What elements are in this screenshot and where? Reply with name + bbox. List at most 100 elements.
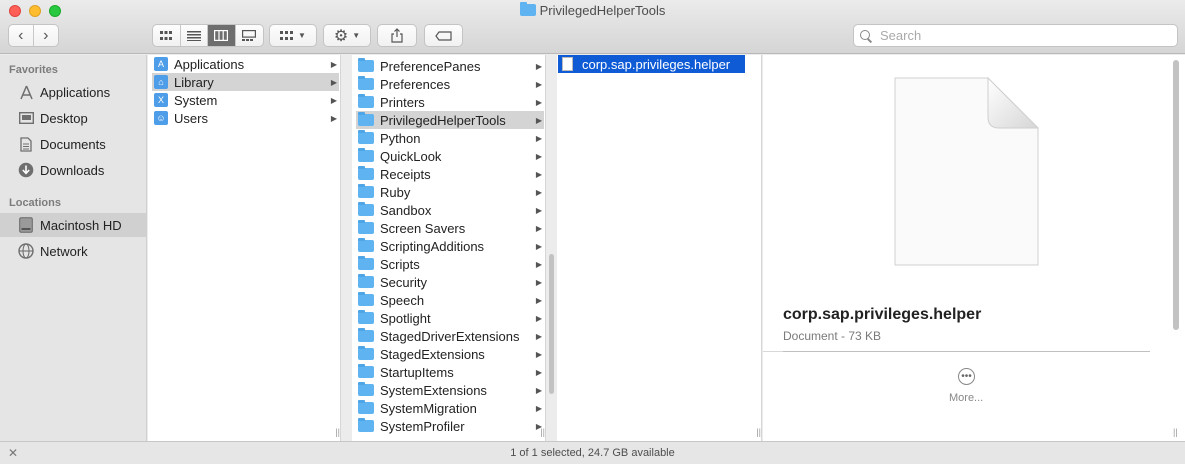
gallery-view-icon (242, 30, 257, 41)
scrollbar-thumb[interactable] (549, 254, 554, 394)
list-item-label: Security (380, 274, 427, 290)
divider (783, 351, 1150, 352)
list-item[interactable]: ☺ Users ▶ (152, 109, 339, 127)
sidebar-item-label: Documents (40, 136, 106, 152)
folder-icon (358, 418, 374, 432)
navigation-buttons: ‹ › (8, 24, 59, 47)
list-item-label: SystemExtensions (380, 382, 487, 398)
downloads-icon (18, 162, 34, 178)
favorites-heading: Favorites (9, 64, 58, 76)
column-resize-handle[interactable]: || (540, 427, 545, 437)
column-resize-handle[interactable]: || (1173, 427, 1178, 437)
scrollbar[interactable] (1173, 60, 1179, 330)
back-button[interactable]: ‹ (9, 25, 34, 46)
hard-drive-icon (18, 217, 34, 233)
list-item[interactable]: SystemProfiler ▶ (356, 417, 544, 435)
list-item-label: Sandbox (380, 202, 432, 218)
group-icon (280, 30, 294, 40)
sidebar-item-label: Applications (40, 84, 111, 100)
list-item[interactable]: Python ▶ (356, 129, 544, 147)
share-button[interactable] (377, 24, 417, 47)
column-resize-handle[interactable]: || (756, 427, 761, 437)
preview-file-kind: Document - 73 KB (783, 329, 882, 343)
list-view-button[interactable] (181, 25, 208, 46)
toolbar: PrivilegedHelperTools ‹ › ▼ ⚙ ▼ (0, 0, 1185, 54)
icon-view-icon (160, 30, 173, 40)
folder-icon (358, 274, 374, 288)
gallery-view-button[interactable] (236, 25, 263, 46)
list-item[interactable]: ⌂ Library ▶ (152, 73, 339, 91)
list-item-label: SystemMigration (380, 400, 477, 416)
status-bar: ✕ 1 of 1 selected, 24.7 GB available (0, 441, 1185, 464)
list-item[interactable]: QuickLook ▶ (356, 147, 544, 165)
sidebar: Favorites Applications Desktop Documents… (0, 55, 147, 441)
list-item[interactable]: Receipts ▶ (356, 165, 544, 183)
list-item-label: StagedDriverExtensions (380, 328, 520, 344)
list-item[interactable]: ScriptingAdditions ▶ (356, 237, 544, 255)
ellipsis-icon: ••• (961, 370, 972, 382)
sidebar-item-applications[interactable]: Applications (0, 80, 147, 104)
tag-button[interactable] (424, 24, 463, 47)
more-label[interactable]: More... (949, 392, 983, 404)
chevron-left-icon: ‹ (18, 26, 24, 44)
folder-icon (358, 400, 374, 414)
column-resize-handle[interactable]: || (335, 427, 340, 437)
disclosure-arrow-icon: ▶ (535, 133, 542, 143)
list-item[interactable]: Speech ▶ (356, 291, 544, 309)
more-button[interactable]: ••• (958, 368, 975, 385)
list-item[interactable]: Scripts ▶ (356, 255, 544, 273)
library-folder-icon: ⌂ (154, 75, 168, 89)
list-item[interactable]: PreferencePanes ▶ (356, 57, 544, 75)
disclosure-arrow-icon: ▶ (535, 349, 542, 359)
list-item[interactable]: SystemMigration ▶ (356, 399, 544, 417)
column-view-button[interactable] (208, 25, 236, 46)
sidebar-item-macintosh-hd[interactable]: Macintosh HD (0, 213, 147, 237)
sidebar-item-network[interactable]: Network (0, 239, 147, 263)
folder-icon (358, 148, 374, 162)
tag-icon (434, 30, 452, 41)
disclosure-arrow-icon: ▶ (330, 95, 337, 105)
list-item[interactable]: Spotlight ▶ (356, 309, 544, 327)
close-icon[interactable]: ✕ (8, 446, 18, 460)
list-item[interactable]: StagedDriverExtensions ▶ (356, 327, 544, 345)
list-item-label: Printers (380, 94, 425, 110)
window-title: PrivilegedHelperTools (0, 2, 1185, 18)
disclosure-arrow-icon: ▶ (535, 241, 542, 251)
disclosure-arrow-icon: ▶ (535, 187, 542, 197)
search-input[interactable] (880, 28, 1170, 43)
list-item[interactable]: Security ▶ (356, 273, 544, 291)
list-item-label: Spotlight (380, 310, 431, 326)
list-item[interactable]: PrivilegedHelperTools ▶ (356, 111, 544, 129)
sidebar-item-documents[interactable]: Documents (0, 132, 147, 156)
sidebar-item-label: Downloads (40, 162, 105, 178)
sidebar-item-desktop[interactable]: Desktop (0, 106, 147, 130)
action-button[interactable]: ⚙ ▼ (323, 24, 371, 47)
column-library: PreferencePanes ▶ Preferences ▶ Printers ▶ Pri… (352, 55, 546, 441)
disclosure-arrow-icon: ▶ (535, 367, 542, 377)
group-button[interactable]: ▼ (269, 24, 317, 47)
sidebar-item-label: Desktop (40, 110, 88, 126)
list-item[interactable]: Ruby ▶ (356, 183, 544, 201)
disclosure-arrow-icon: ▶ (535, 313, 542, 323)
list-item[interactable]: Sandbox ▶ (356, 201, 544, 219)
icon-view-button[interactable] (153, 25, 181, 46)
search-field[interactable] (853, 24, 1178, 47)
system-folder-icon: X (154, 93, 168, 107)
folder-icon (358, 112, 374, 126)
list-item-label: Receipts (380, 166, 431, 182)
list-item[interactable]: Preferences ▶ (356, 75, 544, 93)
list-item[interactable]: StagedExtensions ▶ (356, 345, 544, 363)
list-item[interactable]: StartupItems ▶ (356, 363, 544, 381)
forward-button[interactable]: › (34, 25, 58, 46)
folder-icon (358, 292, 374, 306)
list-item[interactable]: X System ▶ (152, 91, 339, 109)
list-item[interactable]: Printers ▶ (356, 93, 544, 111)
disclosure-arrow-icon: ▶ (535, 295, 542, 305)
sidebar-item-downloads[interactable]: Downloads (0, 158, 147, 182)
list-item[interactable]: Screen Savers ▶ (356, 219, 544, 237)
list-item[interactable]: corp.sap.privileges.helper (558, 55, 745, 73)
disclosure-arrow-icon: ▶ (330, 77, 337, 87)
list-view-icon (186, 30, 201, 41)
list-item[interactable]: SystemExtensions ▶ (356, 381, 544, 399)
list-item[interactable]: A Applications ▶ (152, 55, 339, 73)
